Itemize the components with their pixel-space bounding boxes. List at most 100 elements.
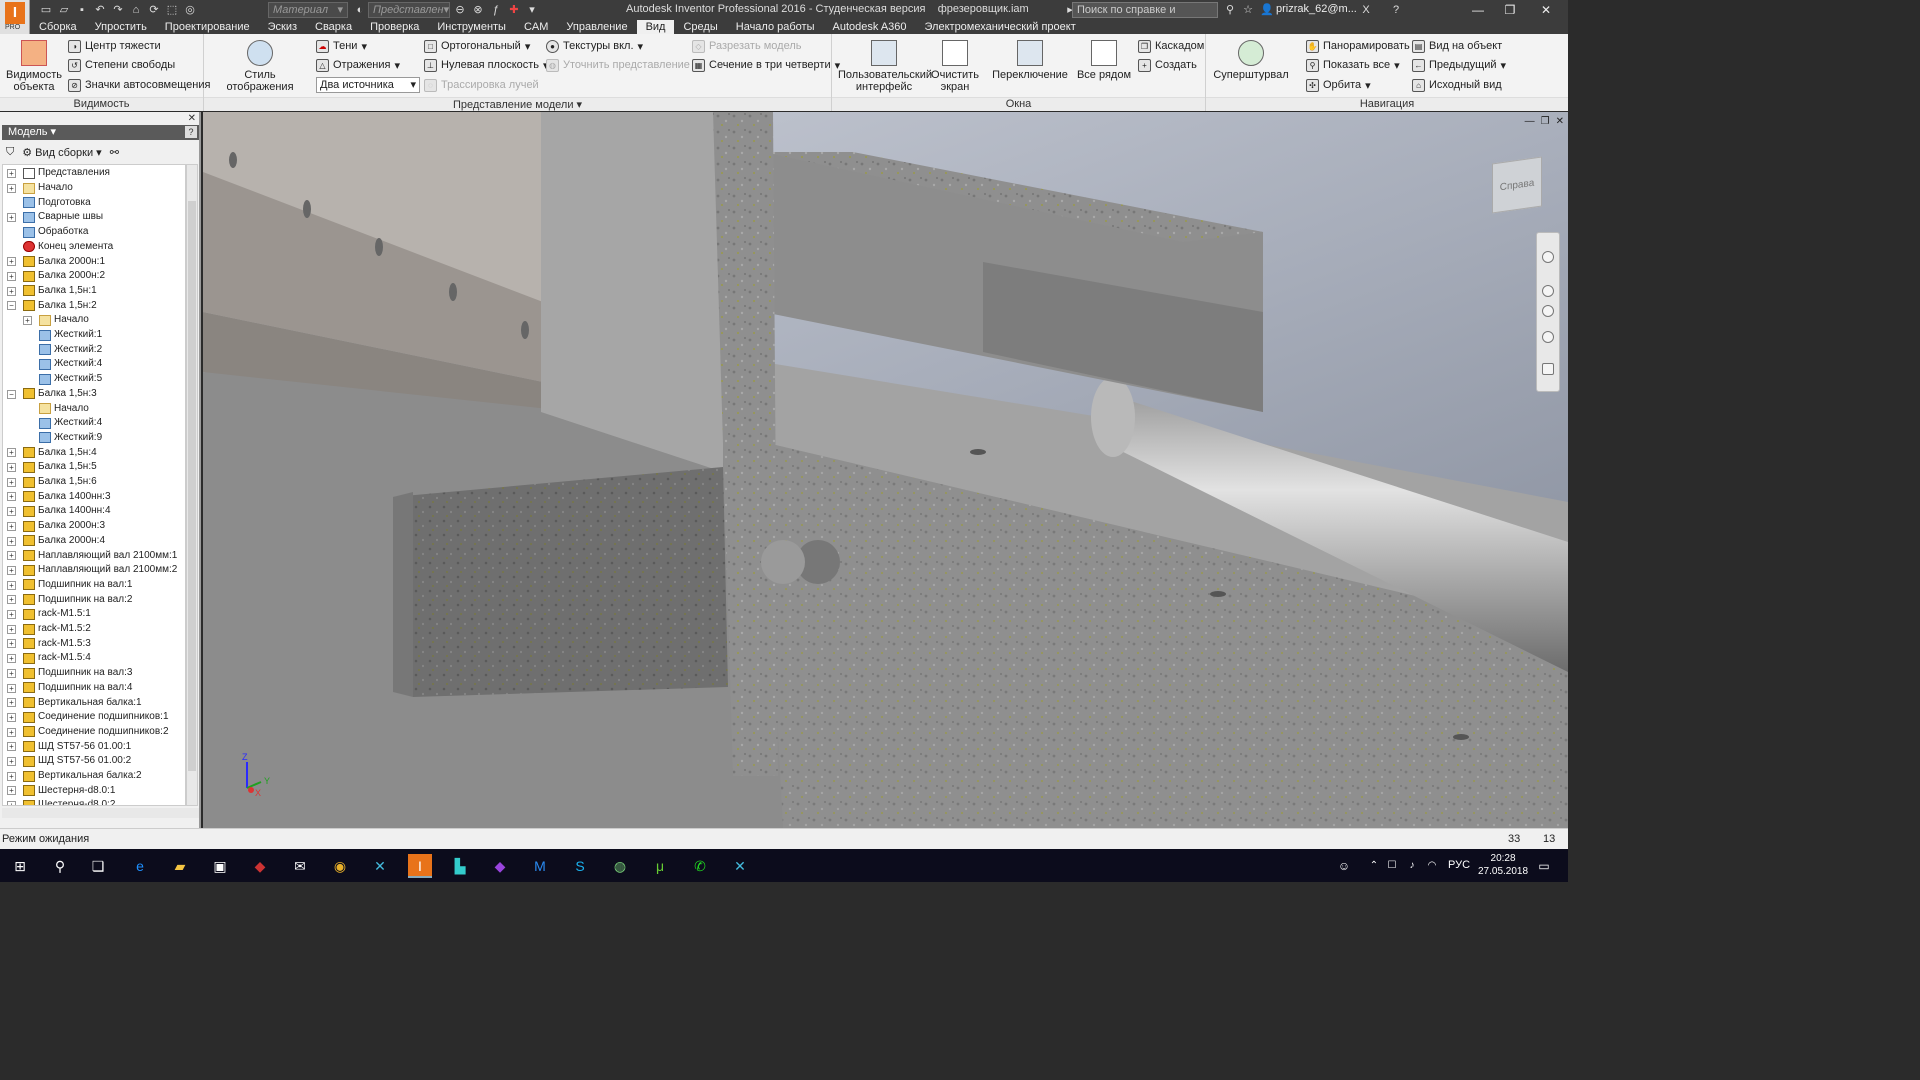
- tab-9[interactable]: Вид: [636, 20, 675, 34]
- open-file-icon[interactable]: ▱: [56, 2, 72, 18]
- mail-icon[interactable]: ✉: [288, 854, 312, 878]
- new-window-button[interactable]: + Создать: [1138, 57, 1197, 73]
- tree-node[interactable]: + Наплавляющий вал 2100мм:1: [7, 548, 177, 563]
- tree-node[interactable]: Жесткий:4: [39, 416, 102, 431]
- tab-3[interactable]: Эскиз: [259, 20, 306, 34]
- store-icon[interactable]: ▣: [208, 854, 232, 878]
- tree-node[interactable]: Конец элемента: [23, 240, 113, 255]
- dof-button[interactable]: ↺ Степени свободы: [68, 57, 175, 73]
- tree-node[interactable]: + Балка 1400нн:4: [7, 504, 111, 519]
- help-search-input[interactable]: Поиск по справке и командам: [1072, 2, 1218, 30]
- expand-toggle-icon[interactable]: +: [7, 169, 16, 178]
- expand-toggle-icon[interactable]: +: [7, 271, 16, 281]
- add-icon[interactable]: ✚: [506, 2, 522, 18]
- tab-6[interactable]: Инструменты: [428, 20, 515, 34]
- tree-node[interactable]: Жесткий:5: [39, 372, 102, 387]
- notifications-icon[interactable]: ▭: [1532, 854, 1556, 878]
- tree-node[interactable]: Жесткий:9: [39, 431, 102, 446]
- tab-2[interactable]: Проектирование: [156, 20, 259, 34]
- tree-node[interactable]: + Балка 1,5н:5: [7, 460, 97, 475]
- switch-window-button[interactable]: Переключение: [990, 40, 1070, 81]
- search-icon[interactable]: ⚲: [1222, 2, 1238, 18]
- tab-5[interactable]: Проверка: [361, 20, 428, 34]
- favorites-icon[interactable]: ☆: [1240, 2, 1256, 18]
- select-icon[interactable]: ⬚: [164, 2, 180, 18]
- tree-node[interactable]: + Подшипник на вал:1: [7, 578, 132, 593]
- tree-node[interactable]: + Начало: [23, 313, 89, 328]
- people-icon[interactable]: ☺: [1332, 854, 1356, 878]
- orbit-button[interactable]: ✣ Орбита ▾: [1306, 77, 1371, 93]
- wifi-icon[interactable]: ◠: [1420, 854, 1444, 878]
- expand-toggle-icon[interactable]: +: [7, 183, 16, 193]
- expand-toggle-icon[interactable]: +: [7, 801, 16, 805]
- expand-toggle-icon[interactable]: +: [7, 463, 16, 472]
- expand-toggle-icon[interactable]: +: [7, 654, 16, 664]
- tree-node[interactable]: + Шестерня-d8.0:1: [7, 783, 115, 798]
- tab-7[interactable]: CAM: [515, 20, 557, 34]
- help-icon[interactable]: ?: [1388, 2, 1404, 18]
- expand-toggle-icon[interactable]: +: [7, 507, 16, 517]
- tree-node[interactable]: + Подшипник на вал:2: [7, 592, 132, 607]
- tab-11[interactable]: Начало работы: [727, 20, 824, 34]
- expand-toggle-icon[interactable]: +: [7, 698, 16, 708]
- tree-node[interactable]: + rack-M1.5:2: [7, 622, 91, 637]
- expand-toggle-icon[interactable]: +: [7, 712, 16, 722]
- tree-node[interactable]: + Соединение подшипников:1: [7, 710, 169, 725]
- edge-icon[interactable]: e: [128, 854, 152, 878]
- tree-node[interactable]: + Сварные швы: [7, 210, 103, 225]
- pan-button[interactable]: ✋ Панорамировать: [1306, 38, 1410, 54]
- three-quarter-section-button[interactable]: ▦ Сечение в три четверти ▾: [692, 57, 840, 73]
- app-teal-icon[interactable]: ▙: [448, 854, 472, 878]
- object-visibility-button[interactable]: Видимость объекта: [6, 40, 62, 93]
- expand-toggle-icon[interactable]: +: [23, 316, 32, 325]
- orbit-nav-icon[interactable]: [1542, 331, 1554, 343]
- tree-node[interactable]: + Балка 1400нн:3: [7, 489, 111, 504]
- tree-node[interactable]: Жесткий:4: [39, 357, 102, 372]
- app-purple-icon[interactable]: ◆: [488, 854, 512, 878]
- tree-node[interactable]: + rack-M1.5:4: [7, 651, 91, 666]
- globe-icon[interactable]: ◍: [608, 854, 632, 878]
- expand-toggle-icon[interactable]: +: [7, 257, 16, 267]
- steering-wheel-nav-icon[interactable]: [1542, 251, 1554, 263]
- expand-toggle-icon[interactable]: +: [7, 213, 16, 223]
- expand-toggle-icon[interactable]: +: [7, 742, 16, 752]
- tab-13[interactable]: Электромеханический проект: [916, 20, 1085, 34]
- expand-toggle-icon[interactable]: +: [7, 551, 16, 561]
- appearance-combo[interactable]: Представлен ▾: [368, 2, 450, 18]
- taskbar-clock[interactable]: 20:28 27.05.2018: [1478, 852, 1528, 878]
- textures-button[interactable]: ● Текстуры вкл. ▾: [546, 38, 643, 54]
- tree-node[interactable]: Жесткий:1: [39, 328, 102, 343]
- viewport-restore-icon[interactable]: ❐: [1541, 116, 1550, 127]
- material-combo[interactable]: Материал ▾: [268, 2, 348, 18]
- utorrent-icon[interactable]: μ: [648, 854, 672, 878]
- appearance-icon[interactable]: ◐: [352, 2, 368, 18]
- inventor-taskbar-icon[interactable]: I: [408, 854, 432, 878]
- application-menu-button[interactable]: I PRO: [0, 0, 30, 34]
- user-icon[interactable]: 👤: [1259, 2, 1275, 18]
- expand-toggle-icon[interactable]: +: [7, 786, 16, 796]
- expand-toggle-icon[interactable]: +: [7, 595, 16, 605]
- search-taskbar-icon[interactable]: ⚲: [48, 854, 72, 878]
- viewport-close-icon[interactable]: ✕: [1556, 116, 1564, 127]
- look-at-nav-icon[interactable]: [1542, 363, 1554, 375]
- user-interface-button[interactable]: Пользовательский интерфейс: [838, 40, 932, 93]
- tree-node[interactable]: + Балка 2000н:2: [7, 269, 105, 284]
- tree-node[interactable]: + Подшипник на вал:4: [7, 681, 132, 696]
- expand-toggle-icon[interactable]: +: [7, 624, 16, 634]
- close-browser-icon[interactable]: ✕: [188, 113, 196, 124]
- tree-node[interactable]: Начало: [39, 401, 89, 416]
- tree-node[interactable]: + Балка 1,5н:1: [7, 284, 97, 299]
- tree-node[interactable]: + Начало: [7, 181, 73, 196]
- user-account[interactable]: prizrak_62@m...: [1276, 3, 1357, 15]
- expand-toggle-icon[interactable]: −: [7, 301, 16, 311]
- formula-icon[interactable]: ƒ: [488, 2, 504, 18]
- find-icon[interactable]: ⚯: [110, 146, 119, 159]
- cascade-button[interactable]: ❐ Каскадом: [1138, 38, 1204, 54]
- lighting-combo[interactable]: Два источника ▾: [316, 77, 420, 93]
- tree-node[interactable]: + Подшипник на вал:3: [7, 666, 132, 681]
- new-file-icon[interactable]: ▭: [38, 2, 54, 18]
- maximize-button[interactable]: ❐: [1496, 2, 1524, 18]
- expand-toggle-icon[interactable]: +: [7, 286, 16, 296]
- look-at-button[interactable]: ▤ Вид на объект: [1412, 38, 1502, 54]
- center-of-gravity-button[interactable]: ◑ Центр тяжести: [68, 38, 161, 54]
